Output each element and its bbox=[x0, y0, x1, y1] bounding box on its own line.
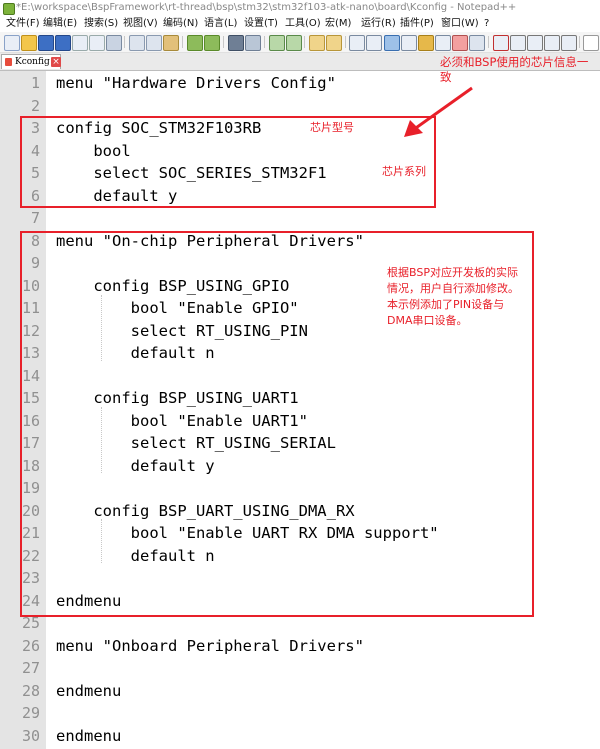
stop-recording-icon[interactable] bbox=[510, 35, 526, 51]
unsaved-file-icon bbox=[5, 58, 12, 66]
open-file-icon[interactable] bbox=[21, 35, 37, 51]
spell-check-icon[interactable] bbox=[583, 35, 599, 51]
toolbar-separator bbox=[264, 36, 265, 48]
function-list-icon[interactable] bbox=[435, 35, 451, 51]
tab-label: Kconfig bbox=[15, 57, 50, 67]
record-macro-icon[interactable] bbox=[493, 35, 509, 51]
toolbar-separator bbox=[579, 36, 580, 48]
save-icon[interactable] bbox=[38, 35, 54, 51]
chip-series-annotation: 芯片系列 bbox=[382, 165, 426, 178]
undo-icon[interactable] bbox=[187, 35, 203, 51]
menu-tools[interactable]: 工具(O) bbox=[285, 16, 321, 32]
document-map-icon[interactable] bbox=[418, 35, 434, 51]
menu-search[interactable]: 搜索(S) bbox=[84, 16, 118, 32]
print-icon[interactable] bbox=[106, 35, 122, 51]
code-line: endmenu bbox=[56, 681, 122, 700]
show-all-characters-icon[interactable] bbox=[366, 35, 382, 51]
toolbar-separator bbox=[304, 36, 305, 48]
line-number: 30 bbox=[21, 726, 40, 745]
line-number: 1 bbox=[30, 74, 40, 92]
toolbar-separator bbox=[223, 36, 224, 48]
playback-macro-icon[interactable] bbox=[527, 35, 543, 51]
bsp-chip-info-annotation: 必须和BSP使用的芯片信息一致 bbox=[440, 55, 589, 84]
menu-encoding[interactable]: 编码(N) bbox=[163, 16, 198, 32]
menu-macro[interactable]: 宏(M) bbox=[325, 16, 351, 32]
menu-edit[interactable]: 编辑(E) bbox=[43, 16, 77, 32]
toolbar-separator bbox=[124, 36, 125, 48]
find-icon[interactable] bbox=[228, 35, 244, 51]
zoom-out-icon[interactable] bbox=[286, 35, 302, 51]
copy-icon[interactable] bbox=[146, 35, 162, 51]
folder-as-workspace-icon[interactable] bbox=[452, 35, 468, 51]
chip-model-annotation: 芯片型号 bbox=[310, 121, 354, 134]
menu-settings[interactable]: 设置(T) bbox=[244, 16, 278, 32]
notepad-plus-plus-icon bbox=[3, 3, 15, 15]
word-wrap-icon[interactable] bbox=[349, 35, 365, 51]
sync-horizontal-icon[interactable] bbox=[326, 35, 342, 51]
replace-icon[interactable] bbox=[245, 35, 261, 51]
zoom-in-icon[interactable] bbox=[269, 35, 285, 51]
toolbar-separator bbox=[182, 36, 183, 48]
toolbar-separator bbox=[345, 36, 346, 48]
menu-file[interactable]: 文件(F) bbox=[6, 16, 40, 32]
line-number: 2 bbox=[30, 96, 40, 115]
save-macro-icon[interactable] bbox=[561, 35, 577, 51]
close-all-icon[interactable] bbox=[89, 35, 105, 51]
code-line: menu "Hardware Drivers Config" bbox=[56, 74, 336, 92]
run-macro-multiple-icon[interactable] bbox=[544, 35, 560, 51]
line-number: 27 bbox=[21, 659, 40, 677]
tab-kconfig[interactable]: Kconfig × bbox=[1, 54, 61, 69]
close-file-icon[interactable] bbox=[72, 35, 88, 51]
line-number: 26 bbox=[21, 636, 40, 655]
line-number: 7 bbox=[30, 209, 40, 227]
indent-guide-icon[interactable] bbox=[384, 35, 400, 51]
menu-help[interactable]: ? bbox=[484, 16, 489, 32]
editor[interactable]: 1 2 3 4 5 6 7 8 9 10 11 12 13 14 15 16 17 18 19 20 21 22 23 24 2… bbox=[0, 71, 600, 749]
menu-run[interactable]: 运行(R) bbox=[361, 16, 396, 32]
user-defined-language-icon[interactable] bbox=[401, 35, 417, 51]
menu-bar: 文件(F) 编辑(E) 搜索(S) 视图(V) 编码(N) 语言(L) 设置(T… bbox=[0, 16, 600, 32]
save-all-icon[interactable] bbox=[55, 35, 71, 51]
sync-vertical-icon[interactable] bbox=[309, 35, 325, 51]
title-bar: *E:\workspace\BspFramework\rt-thread\bsp… bbox=[0, 0, 600, 16]
menu-window[interactable]: 窗口(W) bbox=[441, 16, 479, 32]
line-number: 29 bbox=[21, 704, 40, 722]
monitoring-icon[interactable] bbox=[469, 35, 485, 51]
menu-plugins[interactable]: 插件(P) bbox=[400, 16, 434, 32]
menu-view[interactable]: 视图(V) bbox=[123, 16, 158, 32]
paste-icon[interactable] bbox=[163, 35, 179, 51]
close-tab-icon[interactable]: × bbox=[51, 57, 61, 67]
redo-icon[interactable] bbox=[204, 35, 220, 51]
peripheral-annotation: 根据BSP对应开发板的实际情况，用户自行添加修改。本示例添加了PIN设备与DMA… bbox=[387, 266, 519, 327]
new-file-icon[interactable] bbox=[4, 35, 20, 51]
chip-config-highlight-box bbox=[20, 116, 436, 208]
line-number: 28 bbox=[21, 681, 40, 700]
cut-icon[interactable] bbox=[129, 35, 145, 51]
code-line: endmenu bbox=[56, 726, 122, 745]
window-title: *E:\workspace\BspFramework\rt-thread\bsp… bbox=[16, 2, 517, 13]
toolbar-separator bbox=[488, 36, 489, 48]
toolbar bbox=[0, 32, 600, 53]
code-line: menu "Onboard Peripheral Drivers" bbox=[56, 636, 364, 655]
menu-language[interactable]: 语言(L) bbox=[204, 16, 237, 32]
